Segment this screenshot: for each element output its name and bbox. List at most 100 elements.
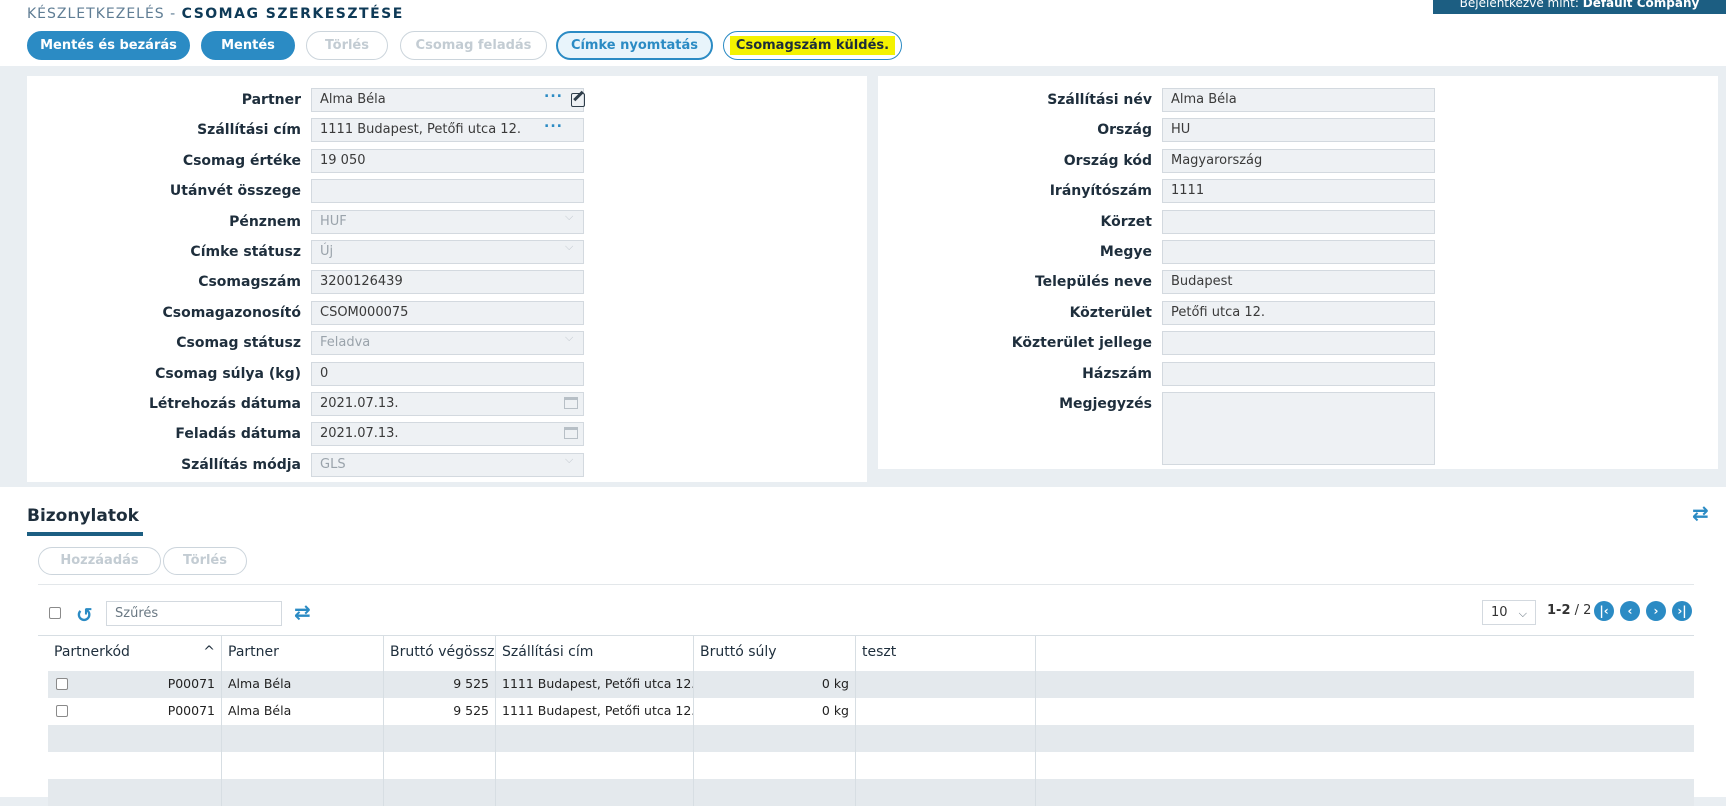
cell-szallitasi-cim: 1111 Budapest, Petőfi utca 12. [496, 698, 694, 725]
field-label: Címke státusz [190, 244, 301, 260]
cell-teszt [856, 698, 1036, 725]
package-details-panel: Partner Alma Béla... Szállítási cím 1111 Bu… [27, 76, 867, 482]
orszag-input[interactable]: HU [1162, 118, 1435, 143]
csomag-erteke-input[interactable]: 19 050 [311, 148, 584, 173]
cimke-statusz-input[interactable]: Új [311, 240, 584, 264]
cell-szallitasi-cim [496, 725, 694, 752]
prev-page-icon[interactable]: ‹ [1620, 601, 1640, 621]
iranyitoszam-input[interactable]: 1111 [1162, 179, 1435, 204]
field-letrehozas-datuma: Létrehozás dátuma 2021.07.13. [27, 392, 867, 416]
csomagszam-input[interactable]: 3200126439 [311, 270, 584, 295]
csomag-sulya-kg-input[interactable]: 0 [311, 361, 584, 386]
send-package-button[interactable]: Csomag feladás [400, 31, 547, 60]
last-page-icon[interactable]: ›| [1672, 601, 1692, 621]
send-package-number-button[interactable]: Csomagszám küldés. [723, 31, 902, 60]
cell-partner: Alma Béla [222, 698, 384, 725]
table-row[interactable] [48, 752, 1694, 779]
page-size-value: 10 [1491, 605, 1508, 620]
field-megjegyzes: Megjegyzés [878, 392, 1718, 465]
szallitas-modja-input[interactable]: GLS [311, 452, 584, 477]
telepules-neve-input[interactable]: Budapest [1162, 270, 1435, 295]
table-row[interactable]: P00071 Alma Béla 9 525 1111 Budapest, Petőf… [48, 671, 1694, 698]
shipping-address-panel: Szállítási név Alma Béla Ország HU Ország kó… [878, 76, 1718, 469]
korzet-input[interactable] [1162, 209, 1435, 234]
cell-partner [222, 779, 384, 806]
swap-arrows-icon[interactable]: ⇄ [1692, 501, 1709, 525]
field-label: Partner [241, 92, 301, 108]
field-label: Szállítási név [1047, 92, 1152, 108]
megye-input[interactable] [1162, 240, 1435, 264]
calendar-icon[interactable] [564, 427, 578, 440]
table-row[interactable] [48, 779, 1694, 806]
cell-teszt [856, 671, 1036, 698]
tab-documents[interactable]: Bizonylatok [27, 506, 143, 536]
field-szallitas-modja: Szállítás módja GLS ⌵ [27, 452, 867, 477]
field-szallitasi-cim: Szállítási cím 1111 Budapest, Petőfi utca… [27, 115, 867, 143]
add-document-button[interactable]: Hozzáadás [38, 547, 161, 575]
field-penznem: Pénznem HUF ⌵ [27, 209, 867, 234]
chevron-down-icon: ⌵ [565, 331, 574, 345]
pager-info: 1-2 / 2 [1547, 603, 1591, 618]
page-size-select[interactable]: 10 ⌵ [1482, 600, 1536, 625]
cell-teszt [856, 725, 1036, 752]
field-label: Csomag státusz [176, 335, 301, 352]
column-header-brutto-vegosszeg[interactable]: Bruttó végösszeg [384, 636, 496, 671]
column-header-partner[interactable]: Partner [222, 636, 384, 671]
field-label: Házszám [1082, 365, 1152, 382]
szallitasi-nev-input[interactable]: Alma Béla [1162, 88, 1435, 112]
ellipsis-icon[interactable]: ... [544, 85, 563, 101]
chevron-down-icon: ⌵ [565, 240, 574, 253]
delete-document-button[interactable]: Törlés [163, 547, 247, 575]
penznem-input[interactable]: HUF [311, 209, 584, 234]
feladas-datuma-input[interactable]: 2021.07.13. [311, 422, 584, 447]
field-iranyitoszam: Irányítószám 1111 [878, 179, 1718, 204]
field-korzet: Körzet [878, 209, 1718, 234]
chevron-down-icon: ⌵ [565, 452, 574, 466]
field-label: Irányítószám [1049, 183, 1152, 200]
delete-button[interactable]: Törlés [306, 31, 388, 60]
send-package-number-label: Csomagszám küldés. [729, 36, 896, 55]
field-label: Szállítási cím [197, 122, 301, 139]
row-checkbox[interactable] [56, 705, 68, 717]
cell-brutto-vegosszeg: 9 525 [384, 698, 496, 725]
first-page-icon[interactable]: |‹ [1594, 601, 1614, 621]
save-button[interactable]: Mentés [201, 31, 295, 60]
cell-partner [222, 752, 384, 779]
edit-icon[interactable] [571, 93, 585, 107]
top-bar: KÉSZLETKEZELÉS - CSOMAG SZERKESZTÉSE Bej… [0, 0, 1726, 66]
field-label: Körzet [1100, 213, 1152, 230]
orszag-kod-input[interactable]: Magyarország [1162, 148, 1435, 173]
select-all-checkbox[interactable] [49, 607, 61, 619]
hazszam-input[interactable] [1162, 361, 1435, 386]
csomagazonosito-input[interactable]: CSOM000075 [311, 300, 584, 325]
column-header-brutto-suly[interactable]: Bruttó súly [694, 636, 856, 671]
cell-brutto-vegosszeg [384, 752, 496, 779]
cell-partnerkod [48, 752, 222, 779]
field-label: Közterület jellege [1011, 335, 1152, 352]
print-label-button[interactable]: Címke nyomtatás [556, 31, 713, 60]
swap-arrows-icon[interactable]: ⇄ [294, 600, 311, 624]
field-kozterulet-jellege: Közterület jellege [878, 331, 1718, 356]
column-header-teszt[interactable]: teszt [856, 636, 1036, 671]
csomag-statusz-input[interactable]: Feladva [311, 331, 584, 356]
field-kozterulet: Közterület Petőfi utca 12. [878, 300, 1718, 325]
column-header-szallitasi-cim[interactable]: Szállítási cím [496, 636, 694, 671]
field-label: Szállítás módja [181, 456, 301, 473]
table-row[interactable]: P00071 Alma Béla 9 525 1111 Budapest, Petőf… [48, 698, 1694, 725]
utanvet-osszege-input[interactable] [311, 179, 584, 204]
calendar-icon[interactable] [564, 397, 578, 409]
next-page-icon[interactable]: › [1646, 601, 1666, 621]
documents-panel: Hozzáadás Törlés ↺ Szűrés ⇄ 10 ⌵ 1-2 / 2… [0, 537, 1726, 806]
kozterulet-input[interactable]: Petőfi utca 12. [1162, 300, 1435, 325]
column-header-partnerkod[interactable]: Partnerkód ^ [48, 636, 222, 671]
letrehozas-datuma-input[interactable]: 2021.07.13. [311, 392, 584, 416]
megjegyzes-input[interactable] [1162, 392, 1435, 465]
row-checkbox[interactable] [56, 678, 68, 690]
kozterulet-jellege-input[interactable] [1162, 331, 1435, 356]
breadcrumb-root[interactable]: KÉSZLETKEZELÉS - [27, 6, 176, 22]
filter-input[interactable]: Szűrés [106, 601, 282, 626]
save-close-button[interactable]: Mentés és bezárás [27, 31, 190, 60]
table-row[interactable] [48, 725, 1694, 752]
ellipsis-icon[interactable]: ... [544, 115, 563, 131]
refresh-icon[interactable]: ↺ [76, 603, 93, 627]
